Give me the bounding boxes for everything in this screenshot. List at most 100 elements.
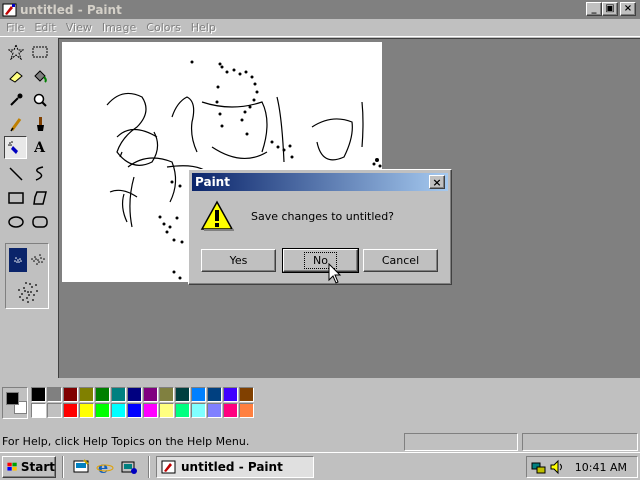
taskbar-paint-label: untitled - Paint (181, 460, 283, 474)
palette-swatch[interactable] (239, 387, 254, 402)
palette-swatch[interactable] (159, 387, 174, 402)
tool-curve[interactable] (28, 162, 51, 185)
tool-airbrush[interactable] (4, 136, 27, 159)
rectangle-icon (7, 191, 24, 204)
save-changes-dialog: Paint × Save changes to untitled? Yes No… (188, 169, 452, 285)
airbrush-size-small[interactable] (9, 248, 27, 272)
taskbar-separator (62, 456, 64, 478)
cancel-button[interactable]: Cancel (363, 249, 438, 272)
palette-swatch[interactable] (175, 387, 190, 402)
line-icon (8, 166, 23, 181)
palette-swatch[interactable] (79, 403, 94, 418)
menu-bar: File Edit View Image Colors Help (0, 19, 640, 37)
palette-swatch[interactable] (63, 387, 78, 402)
minimize-icon: _ (591, 3, 597, 14)
airbrush-size-medium[interactable] (28, 248, 48, 272)
system-tray: 10:41 AM (526, 456, 638, 478)
menu-image[interactable]: Image (98, 21, 142, 34)
start-button[interactable]: Start (2, 456, 56, 478)
tool-pick-color[interactable] (4, 88, 27, 111)
tool-magnifier[interactable] (28, 88, 51, 111)
palette-swatch[interactable] (223, 387, 238, 402)
yes-label: Yes (229, 254, 248, 267)
airbrush-size-large[interactable] (14, 278, 42, 306)
palette-swatch[interactable] (31, 403, 46, 418)
start-label: Start (20, 460, 55, 474)
palette-swatch[interactable] (143, 403, 158, 418)
clock[interactable]: 10:41 AM (575, 461, 627, 474)
palette-swatch[interactable] (207, 403, 222, 418)
no-button[interactable]: No (282, 248, 359, 273)
cancel-label: Cancel (381, 254, 420, 267)
palette-swatch[interactable] (95, 403, 110, 418)
menu-edit[interactable]: Edit (30, 21, 61, 34)
palette-swatch[interactable] (207, 387, 222, 402)
window-title: untitled - Paint (20, 2, 122, 17)
tool-fill[interactable] (28, 64, 51, 87)
rounded-rect-icon (31, 215, 48, 228)
taskbar-button-paint[interactable]: untitled - Paint (156, 456, 314, 478)
palette-swatch[interactable] (79, 387, 94, 402)
quicklaunch-show-desktop[interactable] (72, 458, 90, 476)
dialog-title-bar[interactable]: Paint × (192, 173, 448, 191)
tool-line[interactable] (4, 162, 27, 185)
eyedropper-icon (9, 93, 22, 106)
toolbox: A (0, 38, 56, 378)
tool-polygon[interactable] (28, 186, 51, 209)
polygon-icon (32, 190, 47, 205)
palette-swatch[interactable] (47, 403, 62, 418)
taskbar-separator-2 (148, 456, 150, 478)
dialog-close-button[interactable]: × (429, 175, 445, 189)
palette-swatch[interactable] (127, 387, 142, 402)
airbrush-icon (7, 140, 18, 154)
close-button[interactable]: × (620, 2, 636, 16)
internet-explorer-icon: e (96, 458, 114, 477)
minimize-button[interactable]: _ (586, 2, 602, 16)
tool-pencil[interactable] (4, 112, 27, 135)
palette-swatch[interactable] (191, 387, 206, 402)
eraser-icon (8, 70, 23, 83)
palette-swatch[interactable] (111, 387, 126, 402)
window-title-bar[interactable]: untitled - Paint _ ▣ × (0, 0, 640, 19)
tool-free-form-select[interactable] (4, 40, 27, 63)
menu-help[interactable]: Help (187, 21, 222, 34)
palette-swatch[interactable] (175, 403, 190, 418)
restore-button[interactable]: ▣ (602, 2, 618, 16)
restore-icon: ▣ (605, 3, 615, 14)
palette-swatch[interactable] (127, 403, 142, 418)
tool-text[interactable]: A (28, 136, 51, 159)
status-bar: For Help, click Help Topics on the Help … (0, 430, 640, 452)
tool-brush[interactable] (28, 112, 51, 135)
quicklaunch-channels[interactable] (120, 458, 138, 476)
quicklaunch-internet-explorer[interactable]: e (96, 458, 114, 477)
palette-swatch[interactable] (239, 403, 254, 418)
close-icon: × (623, 3, 633, 14)
tool-rectangle[interactable] (4, 186, 27, 209)
paint-app-icon[interactable] (2, 2, 18, 18)
volume-icon[interactable] (549, 459, 565, 475)
tool-rounded-rectangle[interactable] (28, 210, 51, 233)
palette-swatch[interactable] (159, 403, 174, 418)
menu-colors[interactable]: Colors (142, 21, 186, 34)
tool-eraser[interactable] (4, 64, 27, 87)
palette-swatch[interactable] (47, 387, 62, 402)
close-icon: × (432, 175, 442, 189)
palette-swatch[interactable] (63, 403, 78, 418)
current-colors[interactable] (2, 387, 28, 419)
palette-swatch[interactable] (95, 387, 110, 402)
palette-swatch[interactable] (143, 387, 158, 402)
menu-file[interactable]: File (2, 21, 30, 34)
spray-large-icon (18, 282, 38, 303)
channels-icon (121, 461, 137, 474)
palette-swatch[interactable] (223, 403, 238, 418)
palette-swatch[interactable] (191, 403, 206, 418)
spray-medium-icon (31, 254, 45, 265)
yes-button[interactable]: Yes (201, 249, 276, 272)
palette-swatch[interactable] (111, 403, 126, 418)
paint-task-icon (161, 460, 176, 474)
menu-view[interactable]: View (62, 21, 98, 34)
network-icon[interactable] (531, 459, 547, 475)
tool-select[interactable] (28, 40, 51, 63)
palette-swatch[interactable] (31, 387, 46, 402)
tool-ellipse[interactable] (4, 210, 27, 233)
